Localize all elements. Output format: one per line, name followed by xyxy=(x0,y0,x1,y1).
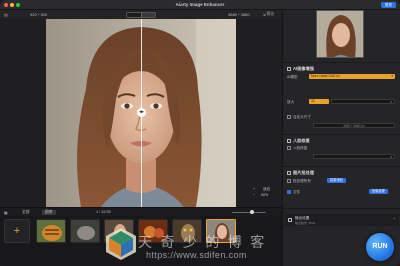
zoom-percent[interactable]: 50% xyxy=(261,193,268,197)
watermark-text: 天 奇 少 的 博 客 xyxy=(138,235,267,251)
face-section-title: 人脸修复 xyxy=(287,138,310,144)
scale-select-value: 4X xyxy=(311,99,315,103)
custom-size-checkbox[interactable] xyxy=(287,115,291,119)
fit-button[interactable]: 适应 xyxy=(263,187,270,192)
output-size: 3680 * 3680 xyxy=(228,12,250,17)
ai-enhance-title: AI图像增强 xyxy=(293,66,314,71)
source-size: 920 * 920 xyxy=(30,12,48,17)
batch-process-button[interactable]: 批量处理 xyxy=(369,189,388,194)
batch-title: 图片批处理 xyxy=(293,170,314,175)
image-counter: 1 / 32/35 xyxy=(96,210,111,214)
scale-options-select[interactable]: ▾ xyxy=(331,99,395,104)
chevron-down-icon: ▾ xyxy=(390,155,392,159)
face-title: 人脸修复 xyxy=(293,138,310,143)
zoom-in-button[interactable]: + xyxy=(253,187,255,191)
scale-select[interactable]: 4X xyxy=(309,99,329,104)
scale-label: 放大 xyxy=(287,100,295,104)
model-select[interactable]: More-Detail GAN v2 ▾ xyxy=(309,74,395,79)
zoom-out-button[interactable]: − xyxy=(253,193,255,197)
compare-view-toggle[interactable] xyxy=(126,11,156,18)
thumbnail-size-slider[interactable] xyxy=(232,212,266,213)
grid-icon[interactable]: ▦ xyxy=(4,210,8,215)
batch-icon xyxy=(287,170,291,175)
settings-panel: AI图像增强 AI模型 More-Detail GAN v2 ▾ 放大 4X ▾… xyxy=(282,10,400,266)
sidebar-icon[interactable]: ▤ xyxy=(4,12,8,17)
filmstrip-header: ▦ 全部 图库 1 / 32/35 xyxy=(0,207,282,216)
login-button[interactable]: 登录 xyxy=(380,2,396,8)
tab-gallery[interactable]: 图库 xyxy=(42,210,56,215)
output-format-label: 输出格式: PNG xyxy=(295,220,316,225)
batch-section-title: 图片批处理 xyxy=(287,170,314,176)
thumbnail-tiger[interactable] xyxy=(36,219,66,243)
title-bar: Aiarty Image Enhancer 登录 xyxy=(0,0,400,10)
compare-split-handle[interactable]: ◂▸ xyxy=(137,108,146,117)
navigator-preview[interactable] xyxy=(316,10,364,58)
app-title: Aiarty Image Enhancer xyxy=(175,2,225,7)
model-select-value: More-Detail GAN v2 xyxy=(311,74,340,78)
model-label: AI模型 xyxy=(287,75,298,79)
output-icon xyxy=(288,218,292,222)
custom-size-label: 自定义尺寸 xyxy=(293,115,311,119)
image-toolbar: ▤ 920 * 920 3680 * 3680 ⇲ 预览 xyxy=(0,10,282,19)
split-view-option[interactable] xyxy=(127,12,141,17)
batch-all-checkbox[interactable] xyxy=(287,179,291,183)
custom-size-field[interactable]: 3680 * 3680 px xyxy=(313,123,395,128)
watermark-url: https://www.sdifen.com xyxy=(146,250,247,260)
add-image-button[interactable]: + xyxy=(4,219,30,243)
slider-knob[interactable] xyxy=(250,210,254,214)
face-icon xyxy=(287,138,291,143)
output-settings-row[interactable]: 输出设置 输出格式: PNG ⌃ xyxy=(285,214,399,226)
watermark-logo xyxy=(106,228,136,260)
tab-all[interactable]: 全部 xyxy=(22,210,30,215)
chevron-down-icon: ▾ xyxy=(390,100,392,104)
custom-size-value: 3680 * 3680 px xyxy=(343,124,365,128)
face-restore-checkbox[interactable] xyxy=(287,146,291,150)
preview-label[interactable]: 预览 xyxy=(266,12,274,17)
run-button[interactable]: RUN xyxy=(366,233,394,261)
face-model-select[interactable]: ▾ xyxy=(313,154,395,159)
zoom-controls: + 适应 − 50% xyxy=(251,187,279,205)
thumbnail-wolf[interactable] xyxy=(70,219,100,243)
batch-add-button[interactable]: 批量添加 xyxy=(327,178,346,183)
ai-enhance-icon xyxy=(287,66,291,71)
ai-enhance-section-title: AI图像增强 xyxy=(287,66,314,72)
face-restore-label: 人脸修复 xyxy=(293,146,308,150)
side-by-side-option[interactable] xyxy=(141,12,155,17)
chevron-up-icon[interactable]: ⌃ xyxy=(393,217,396,222)
file-checkbox[interactable] xyxy=(287,190,291,194)
file-label: 文件 xyxy=(293,190,301,194)
app-window: Aiarty Image Enhancer 登录 ▤ 920 * 920 368… xyxy=(0,0,400,266)
batch-all-label: 批处理所有 xyxy=(293,179,311,183)
chevron-down-icon: ▾ xyxy=(391,74,393,78)
